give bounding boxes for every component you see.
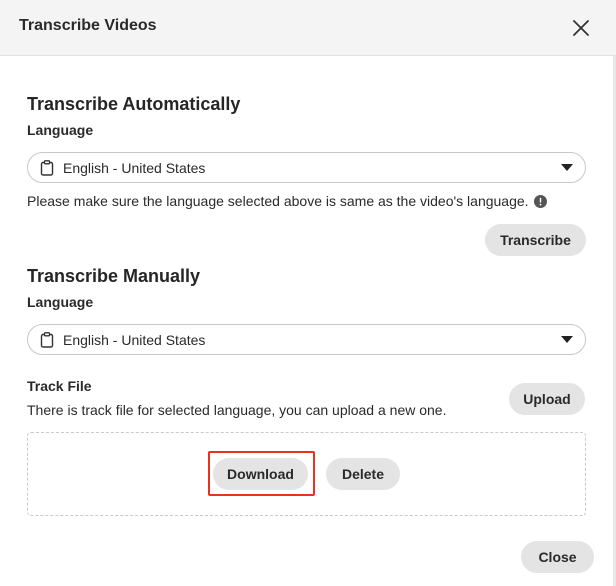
info-icon [533, 195, 547, 208]
auto-language-select[interactable]: English - United States [27, 152, 586, 183]
manual-language-select[interactable]: English - United States [27, 324, 586, 355]
track-file-note: There is track file for selected languag… [27, 402, 447, 418]
manual-language-label: Language [27, 294, 94, 310]
auto-language-label: Language [27, 122, 94, 138]
clipboard-icon [40, 332, 54, 348]
track-file-label: Track File [27, 378, 92, 394]
close-button[interactable]: Close [521, 541, 594, 573]
manual-language-value: English - United States [63, 332, 206, 348]
auto-language-note-text: Please make sure the language selected a… [27, 193, 529, 209]
auto-section-heading: Transcribe Automatically [27, 94, 241, 114]
manual-section-heading: Transcribe Manually [27, 266, 201, 286]
dialog-title: Transcribe Videos [19, 17, 157, 34]
auto-language-value: English - United States [63, 160, 206, 176]
auto-language-note: Please make sure the language selected a… [27, 193, 547, 209]
upload-button[interactable]: Upload [509, 383, 585, 415]
chevron-down-icon [561, 336, 573, 343]
delete-button[interactable]: Delete [326, 458, 400, 490]
clipboard-icon [40, 160, 54, 176]
chevron-down-icon [561, 164, 573, 171]
download-button[interactable]: Download [213, 458, 308, 490]
close-icon[interactable] [570, 17, 592, 39]
dialog-header: Transcribe Videos [0, 0, 616, 56]
transcribe-button[interactable]: Transcribe [485, 224, 586, 256]
